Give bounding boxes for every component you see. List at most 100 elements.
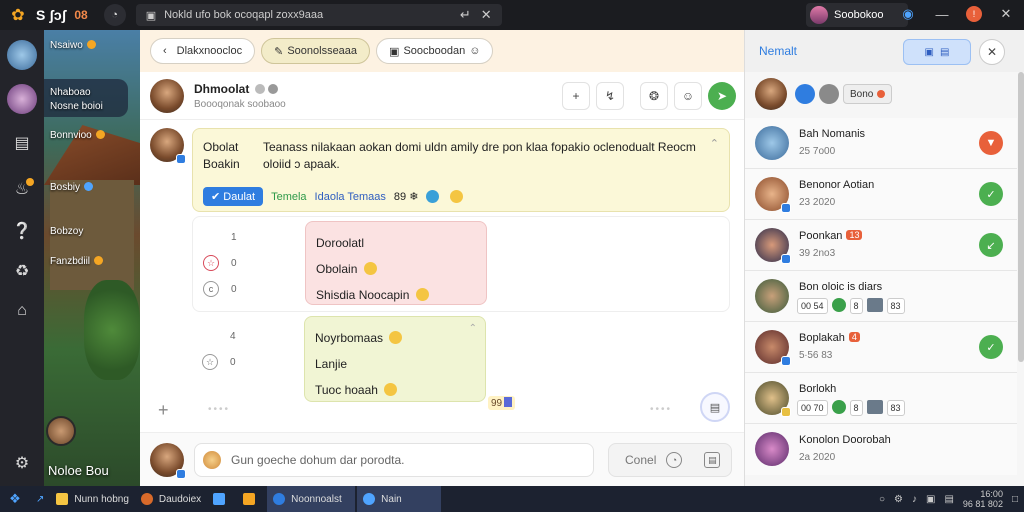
- scene-item[interactable]: Bonnvioo: [50, 130, 105, 141]
- tab-search[interactable]: ▣ Soocboodan ☺: [376, 38, 494, 64]
- user-avatar-icon[interactable]: [7, 40, 37, 70]
- tab-close-icon[interactable]: ✕: [481, 7, 492, 23]
- contact-avatar[interactable]: [150, 78, 184, 113]
- add-attachment-icon[interactable]: +: [158, 400, 169, 421]
- accept-icon[interactable]: ✓: [979, 335, 1003, 359]
- thread-row[interactable]: ☆ 0: [202, 354, 236, 370]
- member-chip[interactable]: 8: [849, 298, 863, 314]
- gear-tray-icon[interactable]: ⚙: [894, 494, 903, 505]
- reaction-tag-blue[interactable]: Idaola Temaas: [315, 191, 386, 203]
- scene-item[interactable]: Bobzoy: [50, 226, 83, 237]
- settings-icon[interactable]: ⚙: [7, 448, 37, 478]
- active-user-avatar-icon[interactable]: [7, 84, 37, 114]
- add-icon[interactable]: +: [562, 82, 590, 110]
- scene-item[interactable]: Nsaiwo: [50, 40, 96, 51]
- emoji-picker-icon[interactable]: [203, 451, 221, 469]
- gear-icon[interactable]: [819, 84, 839, 104]
- filter-chip[interactable]: Bono: [843, 84, 893, 104]
- chevron-up-icon[interactable]: ⌃: [710, 137, 719, 150]
- question-icon[interactable]: ❔: [7, 216, 37, 246]
- self-avatar[interactable]: [150, 443, 186, 479]
- cancel-button[interactable]: Conel: [625, 453, 656, 467]
- alert-icon[interactable]: !: [966, 6, 982, 22]
- thread-row[interactable]: ☆ 0: [203, 255, 237, 271]
- inline-badge[interactable]: 99: [488, 396, 516, 410]
- scene-item[interactable]: Bosbiy: [50, 182, 94, 193]
- member-chip[interactable]: 8: [849, 400, 863, 416]
- reaction-tag-green[interactable]: Temela: [271, 191, 306, 203]
- reaction-pill[interactable]: ✔ Daulat: [203, 187, 264, 206]
- app-badge: 08: [74, 8, 88, 22]
- member-row[interactable]: Bon oloic is diars 00 54 8 83: [745, 271, 1017, 322]
- start-icon[interactable]: ❖: [0, 486, 30, 512]
- smile-emoji-icon[interactable]: [450, 190, 464, 203]
- member-chip[interactable]: 83: [886, 298, 905, 314]
- member-name: Borlokh: [799, 383, 837, 395]
- tab-active[interactable]: ✎ Soonolsseaaa: [261, 38, 371, 64]
- profile-chip[interactable]: Soobokoo: [806, 3, 908, 27]
- member-row[interactable]: Bah Nomanis 25 7o00 ▼: [745, 118, 1017, 169]
- member-row[interactable]: Boplakah 4 5∙56 83 ✓: [745, 322, 1017, 373]
- member-chip[interactable]: 00 54: [797, 298, 828, 314]
- send-icon[interactable]: ➤: [708, 82, 736, 110]
- globe-emoji-icon[interactable]: [426, 190, 440, 203]
- taskbar-item[interactable]: Nain: [357, 486, 442, 512]
- star-icon[interactable]: ☆: [202, 354, 218, 370]
- tab-back[interactable]: ‹ Dlakxnoocloc: [150, 38, 256, 64]
- attach-icon[interactable]: ▤: [704, 452, 721, 468]
- member-row[interactable]: Benonor Aotian 23 2020 ✓: [745, 169, 1017, 220]
- member-chip[interactable]: 00 70: [797, 400, 828, 416]
- member-row[interactable]: Poonkan 13 39 2no3 ↙: [745, 220, 1017, 271]
- browser-tab[interactable]: ▣ Nokld ufo bok ocoqapl zoxx9aaa ↵ ✕: [135, 4, 502, 26]
- clock-icon[interactable]: ◔: [666, 452, 683, 468]
- taskbar-item[interactable]: Nunn hobng: [50, 486, 135, 512]
- sync-icon[interactable]: ◉: [898, 4, 918, 24]
- remove-icon[interactable]: ▼: [979, 131, 1003, 155]
- clipboard-icon[interactable]: ▤: [700, 392, 730, 422]
- reply-icon[interactable]: ↙: [979, 233, 1003, 257]
- network-icon[interactable]: ▤: [944, 494, 953, 505]
- composer: Conel ◔ ▤: [140, 432, 744, 486]
- star-icon[interactable]: ☆: [203, 255, 219, 271]
- view-toggle[interactable]: ▣ ▤: [903, 39, 971, 65]
- clock[interactable]: 16:00 96 81 802: [963, 489, 1003, 509]
- scrollbar[interactable]: [1018, 72, 1024, 362]
- composer-field[interactable]: [194, 443, 594, 477]
- search-icon[interactable]: ↗: [30, 486, 50, 512]
- chat-tray-icon[interactable]: ○: [879, 494, 885, 505]
- close-panel-icon[interactable]: ✕: [979, 39, 1005, 65]
- taskbar-item[interactable]: [237, 486, 267, 512]
- accept-icon[interactable]: ✓: [979, 182, 1003, 206]
- thread-row[interactable]: c0: [203, 281, 237, 297]
- scene-item[interactable]: Fanzbdiil: [50, 256, 104, 267]
- member-row[interactable]: Konolon Doorobah 2a 2020: [745, 424, 1017, 475]
- member-row[interactable]: Borlokh 00 70 8 83: [745, 373, 1017, 424]
- minimize-icon[interactable]: —: [932, 4, 952, 24]
- home-icon[interactable]: ⌂: [7, 296, 37, 326]
- history-icon[interactable]: ◔: [103, 4, 126, 26]
- member-chip[interactable]: 83: [886, 400, 905, 416]
- globe-icon[interactable]: ♻: [7, 256, 37, 286]
- message-avatar[interactable]: [150, 128, 186, 164]
- chat-header: Dhmoolat Boooqonak soobaoo + ↯ ❂ ☺ ➤: [140, 72, 744, 120]
- notification-bell-icon[interactable]: ♨: [7, 174, 37, 204]
- scene-item[interactable]: Nhaboao Nosne boioi: [50, 86, 103, 114]
- copy-icon[interactable]: c: [203, 281, 219, 297]
- notifications-icon[interactable]: □: [1012, 494, 1018, 505]
- bookmark-icon[interactable]: ❂: [640, 82, 668, 110]
- taskbar-item[interactable]: Noonnoalst: [267, 486, 356, 512]
- message-input[interactable]: [231, 453, 591, 467]
- volume-icon[interactable]: ♪: [912, 494, 917, 505]
- member-avatar[interactable]: [755, 78, 787, 110]
- taskbar-item[interactable]: Daudoiex: [135, 486, 207, 512]
- log-in-icon[interactable]: ▤: [7, 128, 37, 158]
- mention-icon[interactable]: ↯: [596, 82, 624, 110]
- close-window-icon[interactable]: ✕: [996, 4, 1016, 24]
- reaction-count[interactable]: 89 ❄: [394, 190, 419, 203]
- share-icon[interactable]: [795, 84, 815, 104]
- display-icon[interactable]: ▣: [926, 494, 935, 505]
- tab-pin-icon[interactable]: ↵: [460, 7, 471, 23]
- taskbar-item[interactable]: [207, 486, 237, 512]
- profile-icon[interactable]: ☺: [674, 82, 702, 110]
- chevron-up-icon[interactable]: ⌃: [469, 323, 477, 334]
